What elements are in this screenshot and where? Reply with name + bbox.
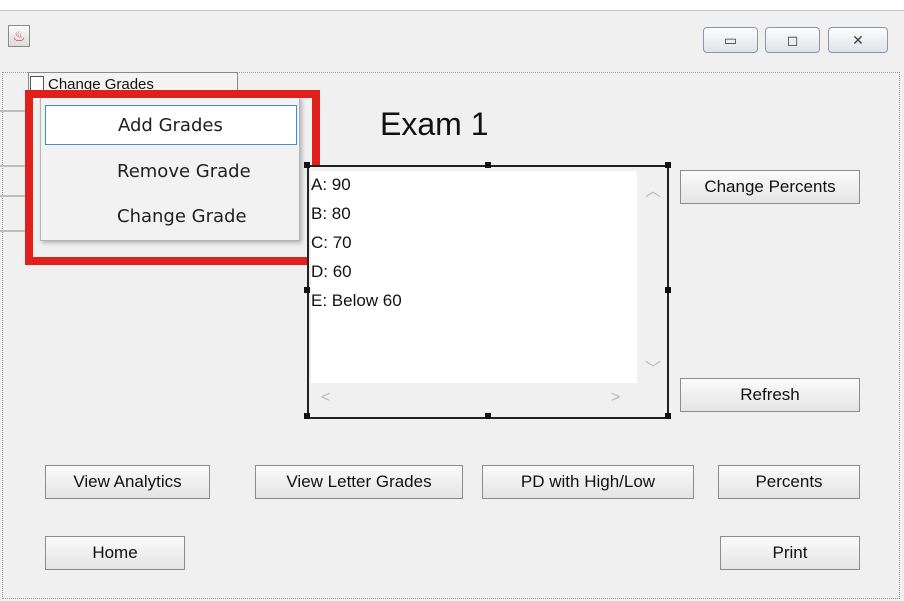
change-percents-button[interactable]: Change Percents — [680, 170, 860, 204]
scroll-down-icon[interactable]: ﹀ — [645, 355, 661, 379]
minimize-icon: ▭ — [723, 32, 738, 48]
refresh-button[interactable]: Refresh — [680, 378, 860, 412]
java-cup-icon[interactable]: ♨ — [8, 25, 30, 47]
view-letter-grades-button[interactable]: View Letter Grades — [255, 465, 463, 499]
maximize-button[interactable]: ◻ — [765, 27, 820, 53]
percents-button[interactable]: Percents — [718, 465, 860, 499]
resize-handle[interactable] — [485, 162, 491, 168]
pd-high-low-button[interactable]: PD with High/Low — [482, 465, 694, 499]
resize-handle[interactable] — [485, 413, 491, 419]
grade-scale-line: E: Below 60 — [311, 291, 402, 310]
close-button[interactable]: ✕ — [828, 27, 888, 53]
view-analytics-button[interactable]: View Analytics — [45, 465, 210, 499]
resize-handle[interactable] — [304, 413, 310, 419]
exam-title: Exam 1 — [380, 106, 489, 142]
scroll-right-icon[interactable]: > — [611, 389, 620, 407]
maximize-icon: ◻ — [786, 32, 799, 48]
minimize-button[interactable]: ▭ — [703, 27, 758, 53]
home-button[interactable]: Home — [45, 536, 185, 570]
close-icon: ✕ — [852, 32, 864, 48]
print-button[interactable]: Print — [720, 536, 860, 570]
horizontal-scrollbar[interactable]: < > — [311, 383, 637, 413]
grade-scale-content: A: 90 B: 80 C: 70 D: 60 E: Below 60 — [311, 171, 637, 383]
menu-change-grades[interactable]: Change Grades — [48, 76, 154, 90]
grade-scale-textarea[interactable]: A: 90 B: 80 C: 70 D: 60 E: Below 60 ︿ ﹀ … — [307, 165, 669, 419]
resize-handle[interactable] — [304, 162, 310, 168]
vertical-scrollbar[interactable]: ︿ ﹀ — [637, 171, 665, 383]
resize-handle[interactable] — [665, 162, 671, 168]
grade-scale-line: D: 60 — [311, 262, 352, 281]
annotation-highlight-box — [25, 90, 320, 265]
grade-scale-line: A: 90 — [311, 175, 351, 194]
resize-handle[interactable] — [665, 413, 671, 419]
resize-handle[interactable] — [665, 287, 671, 293]
scroll-left-icon[interactable]: < — [321, 389, 330, 407]
title-bar: ♨ ▭ ◻ ✕ — [0, 11, 904, 53]
scroll-up-icon[interactable]: ︿ — [645, 177, 661, 201]
grade-scale-line: C: 70 — [311, 233, 352, 252]
resize-handle[interactable] — [304, 287, 310, 293]
grade-scale-line: B: 80 — [311, 204, 351, 223]
